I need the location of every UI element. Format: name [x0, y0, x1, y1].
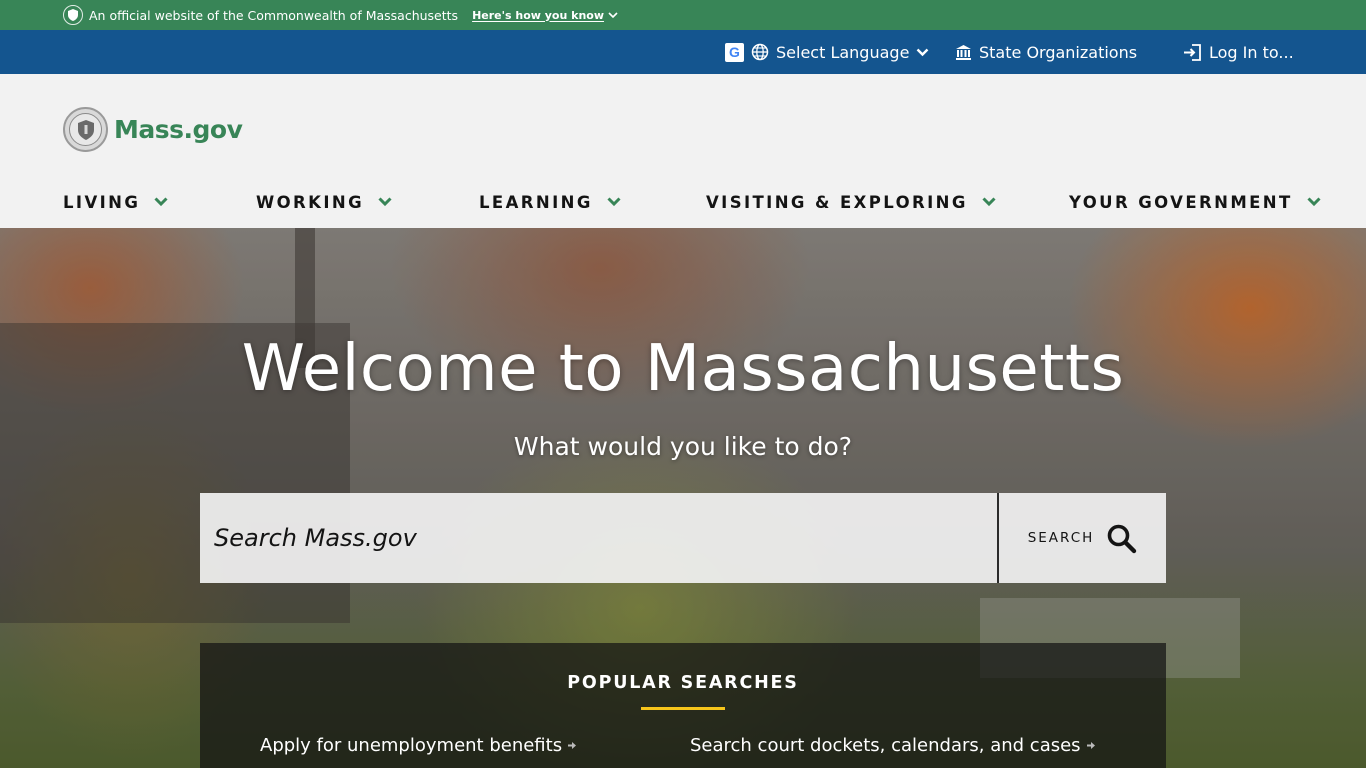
nav-item-your-government[interactable]: YOUR GOVERNMENT [1069, 186, 1321, 218]
chevron-down-icon [982, 197, 996, 207]
seal-icon [63, 5, 83, 25]
popular-link-court-dockets[interactable]: Search court dockets, calendars, and cas… [690, 735, 1095, 756]
popular-link-unemployment[interactable]: Apply for unemployment benefits [260, 735, 577, 756]
nav-item-visiting-exploring[interactable]: VISITING & EXPLORING [706, 186, 996, 218]
popular-searches-heading: POPULAR SEARCHES [567, 673, 799, 693]
utility-nav: G Select Language State Organizations Lo… [0, 30, 1366, 74]
nav-item-working[interactable]: WORKING [256, 186, 392, 218]
site-header: Mass.gov LIVING WORKING LEARNING VISITIN… [0, 74, 1366, 228]
hero-banner: Welcome to Massachusetts What would you … [0, 228, 1366, 768]
chevron-down-icon [607, 197, 621, 207]
login-icon [1184, 43, 1201, 61]
login-label: Log In to... [1209, 42, 1294, 62]
building-icon [956, 44, 971, 60]
search-button[interactable]: SEARCH [999, 493, 1166, 583]
search-button-label: SEARCH [1027, 530, 1095, 546]
nav-label: LEARNING [479, 192, 593, 212]
nav-label: VISITING & EXPLORING [706, 192, 968, 212]
logo-wordmark: Mass.gov [114, 115, 243, 144]
popular-link-label: Apply for unemployment benefits [260, 735, 563, 756]
state-organizations-label: State Organizations [979, 42, 1138, 62]
chevron-down-icon [378, 197, 392, 207]
language-label: Select Language [776, 42, 910, 62]
language-selector[interactable]: G Select Language [725, 30, 929, 74]
search-input[interactable] [200, 493, 997, 583]
nav-label: LIVING [63, 192, 141, 212]
arrow-right-icon [568, 742, 577, 749]
nav-label: WORKING [256, 192, 365, 212]
search-icon [1108, 524, 1137, 553]
chevron-down-icon [1307, 197, 1321, 207]
chevron-down-icon [154, 197, 168, 207]
mass-gov-logo[interactable]: Mass.gov [63, 107, 243, 152]
hero-title: Welcome to Massachusetts [241, 332, 1125, 406]
chevron-down-icon [608, 11, 618, 18]
popular-searches: POPULAR SEARCHES Apply for unemployment … [200, 643, 1166, 768]
arrow-right-icon [1086, 742, 1095, 749]
nav-item-learning[interactable]: LEARNING [479, 186, 621, 218]
main-nav: LIVING WORKING LEARNING VISITING & EXPLO… [0, 186, 1366, 218]
official-site-text: An official website of the Commonwealth … [89, 7, 459, 23]
how-you-know-label: Here's how you know [472, 8, 605, 22]
nav-item-living[interactable]: LIVING [63, 186, 168, 218]
hero-subtitle: What would you like to do? [513, 432, 853, 461]
globe-icon [751, 43, 769, 61]
heading-underline [641, 707, 725, 710]
popular-link-label: Search court dockets, calendars, and cas… [690, 735, 1081, 756]
chevron-down-icon [917, 48, 929, 56]
nav-label: YOUR GOVERNMENT [1069, 192, 1293, 212]
google-icon: G [725, 42, 744, 62]
state-organizations-link[interactable]: State Organizations [955, 30, 1137, 74]
how-you-know-link[interactable]: Here's how you know [472, 9, 618, 22]
login-menu[interactable]: Log In to... [1183, 30, 1294, 74]
site-search: SEARCH [200, 493, 1166, 583]
official-site-banner: An official website of the Commonwealth … [0, 0, 1366, 30]
seal-icon [63, 107, 108, 152]
